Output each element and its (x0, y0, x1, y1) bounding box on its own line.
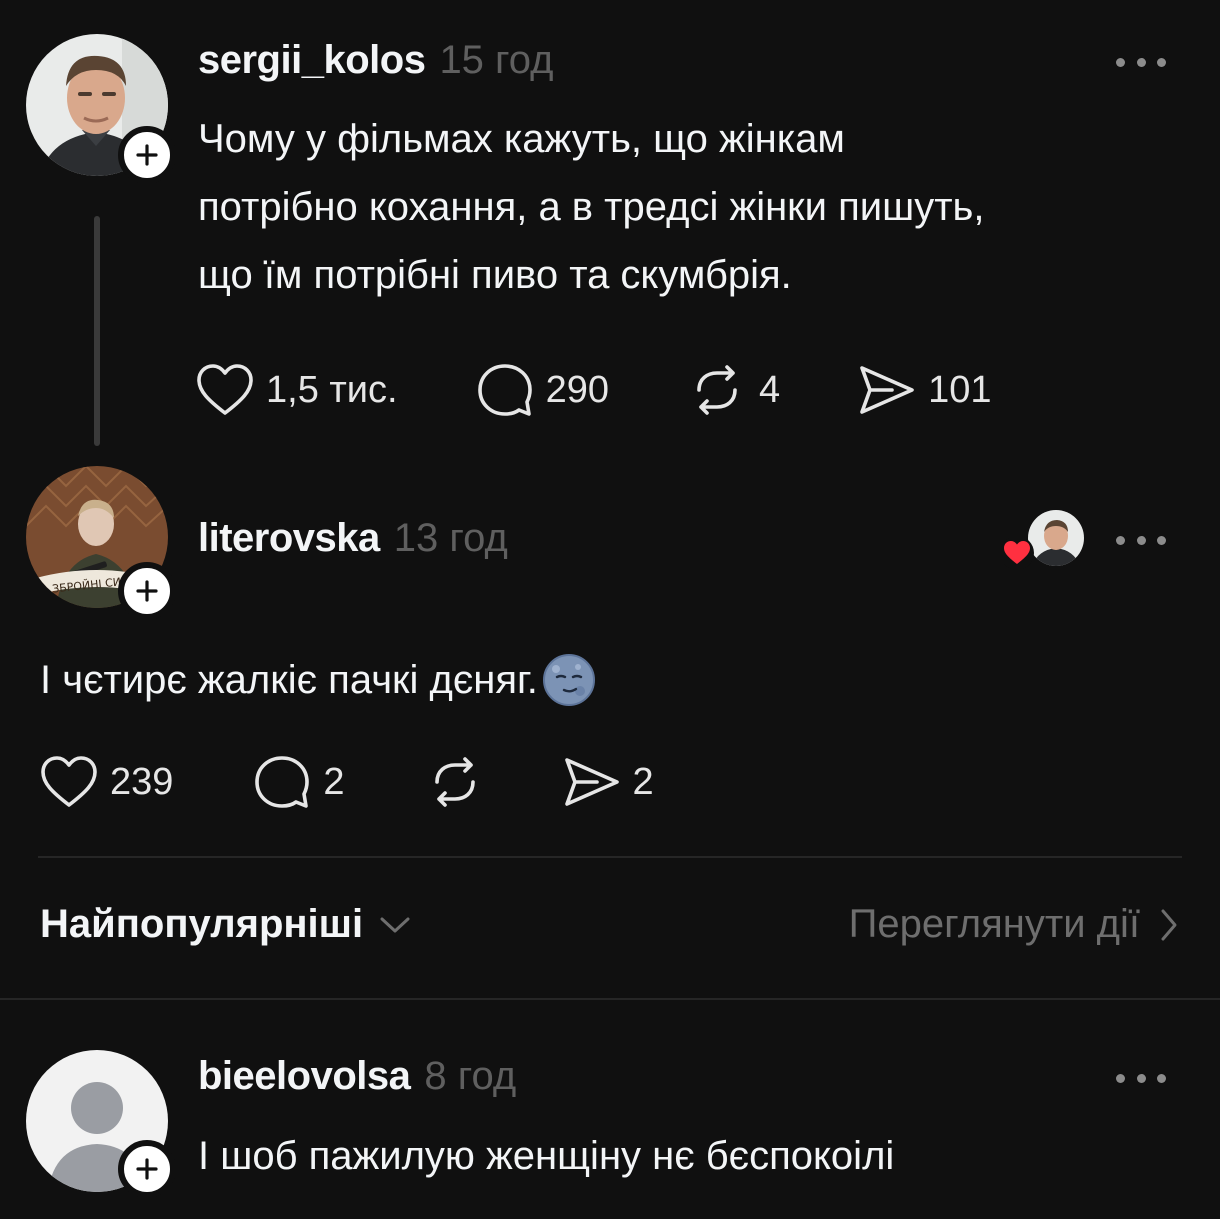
plus-icon (136, 1158, 158, 1180)
heart-icon (41, 756, 97, 807)
comment-text: І шоб пажилую женщіну нє бєспокоілі (198, 1134, 895, 1178)
divider (38, 856, 1182, 858)
post-header: sergii_kolos 15 год (198, 38, 553, 83)
repost-icon (697, 365, 737, 415)
view-activity-label: Переглянути дії (848, 902, 1140, 946)
heart-badge-icon (1000, 536, 1034, 575)
reply-actions: 239 2 2 (40, 754, 654, 810)
like-count: 239 (110, 760, 174, 803)
moon-face-emoji (542, 654, 595, 706)
share-count: 2 (632, 760, 654, 803)
like-button[interactable]: 239 (40, 755, 173, 809)
more-icon[interactable] (1116, 530, 1166, 550)
share-icon (564, 758, 619, 806)
comment-button[interactable]: 2 (253, 754, 345, 810)
plus-icon (136, 144, 158, 166)
share-count: 101 (928, 368, 992, 411)
follow-plus-button[interactable] (118, 1140, 176, 1198)
username[interactable]: literovska (198, 516, 380, 561)
follow-plus-button[interactable] (118, 562, 176, 620)
username[interactable]: bieelovolsa (198, 1054, 411, 1099)
view-activity-link[interactable]: Переглянути дії (849, 902, 1178, 947)
reply-text-row: І чєтирє жалкіє пачкі дєняг. (40, 646, 596, 714)
author-mini-avatar (1028, 510, 1084, 566)
like-button[interactable]: 1,5 тис. (196, 363, 398, 417)
repost-icon (434, 757, 475, 807)
username[interactable]: sergii_kolos (198, 38, 426, 83)
comment-icon (477, 364, 532, 416)
repost-button[interactable] (425, 756, 485, 808)
follow-plus-button[interactable] (118, 126, 176, 184)
reply-time: 13 год (393, 516, 508, 560)
comment-time: 8 год (424, 1054, 517, 1098)
thread-line (94, 216, 100, 446)
post-time: 15 год (439, 38, 554, 82)
comment-header: bieelovolsa 8 год (198, 1054, 516, 1099)
repost-button[interactable]: 4 (687, 364, 780, 416)
chevron-right-icon (1161, 909, 1177, 940)
sort-label: Найпопулярніші (40, 902, 364, 946)
heart-icon (197, 364, 253, 415)
chevron-down-icon (380, 917, 410, 932)
reply-text: І чєтирє жалкіє пачкі дєняг. (40, 658, 538, 702)
comment-count: 2 (323, 760, 345, 803)
liked-by-author (1000, 510, 1084, 570)
sort-dropdown[interactable]: Найпопулярніші (40, 902, 411, 947)
share-icon (860, 366, 914, 414)
reply-header: literovska 13 год (198, 516, 508, 561)
more-icon[interactable] (1116, 52, 1166, 72)
more-icon[interactable] (1116, 1068, 1166, 1088)
like-count: 1,5 тис. (266, 368, 398, 411)
post-actions: 1,5 тис. 290 4 101 (196, 362, 992, 418)
divider (0, 998, 1220, 1000)
share-button[interactable]: 2 (563, 756, 654, 808)
share-button[interactable]: 101 (858, 364, 992, 416)
repost-count: 4 (758, 368, 781, 411)
plus-icon (136, 580, 158, 602)
post-text: Чому у фільмах кажуть, що жінкам потрібн… (198, 117, 985, 297)
comment-icon (255, 756, 310, 808)
comment-button[interactable]: 290 (476, 362, 609, 418)
comment-count: 290 (545, 368, 609, 411)
